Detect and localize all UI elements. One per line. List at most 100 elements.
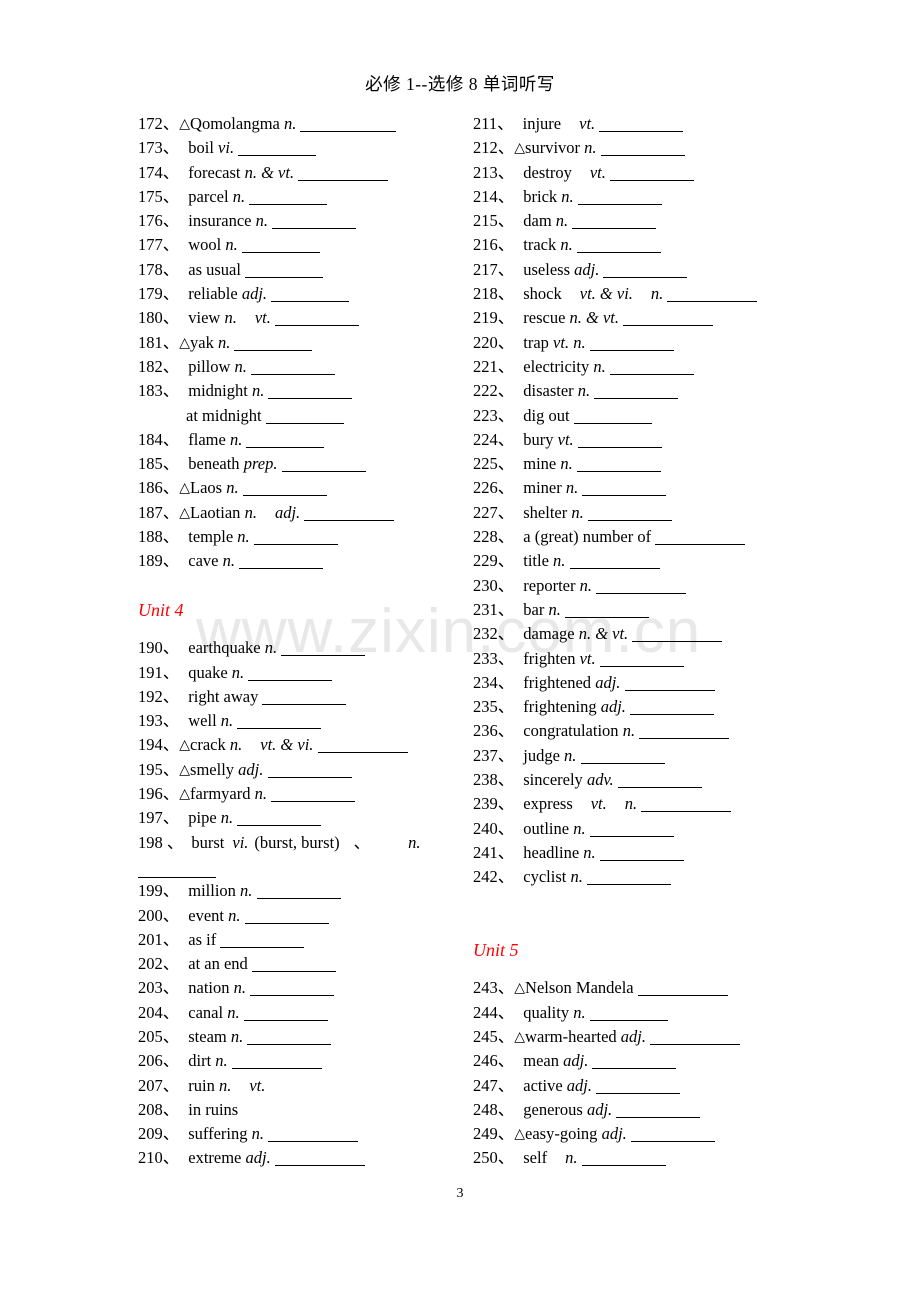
answer-blank[interactable]	[272, 228, 357, 230]
answer-blank[interactable]	[580, 762, 665, 764]
entry-pos: n.	[233, 978, 246, 998]
answer-blank[interactable]	[573, 422, 652, 424]
answer-blank[interactable]	[247, 1043, 332, 1045]
answer-blank[interactable]	[268, 1141, 359, 1143]
answer-blank[interactable]	[138, 876, 216, 878]
answer-blank[interactable]	[249, 203, 328, 205]
answer-blank[interactable]	[275, 325, 359, 327]
answer-blank[interactable]	[600, 155, 685, 157]
answer-blank[interactable]	[639, 738, 730, 740]
answer-blank[interactable]	[581, 1165, 666, 1167]
answer-blank[interactable]	[576, 471, 661, 473]
answer-blank[interactable]	[617, 787, 702, 789]
answer-blank[interactable]	[237, 728, 322, 730]
answer-blank[interactable]	[317, 752, 408, 754]
answer-blank[interactable]	[582, 495, 667, 497]
entry-number: 237、	[473, 745, 515, 765]
answer-blank[interactable]	[589, 349, 674, 351]
answer-blank[interactable]	[596, 592, 687, 594]
entry-word: bar	[523, 599, 545, 619]
entry-word: insurance	[188, 211, 252, 231]
answer-blank[interactable]	[616, 1116, 701, 1118]
answer-blank[interactable]	[298, 179, 389, 181]
answer-blank[interactable]	[271, 301, 350, 303]
answer-blank[interactable]	[592, 1068, 677, 1070]
word-entry: 224、 bury vt.	[473, 428, 803, 452]
triangle-marker: △	[179, 505, 191, 521]
entry-number: 233、	[473, 648, 515, 668]
answer-blank[interactable]	[262, 703, 347, 705]
answer-blank[interactable]	[624, 689, 715, 691]
entry-word: cyclist	[523, 867, 567, 887]
answer-blank[interactable]	[231, 1068, 322, 1070]
answer-blank[interactable]	[577, 446, 662, 448]
entry-number: 187、	[138, 502, 180, 522]
answer-blank[interactable]	[241, 252, 320, 254]
left-column: 172、△Qomolangma n. 173、 boil vi. 174、 fore…	[138, 112, 456, 1171]
answer-blank[interactable]	[667, 301, 758, 303]
answer-blank[interactable]	[577, 203, 662, 205]
answer-blank[interactable]	[274, 1165, 365, 1167]
answer-blank[interactable]	[576, 252, 661, 254]
entry-number: 221、	[473, 356, 515, 376]
answer-blank[interactable]	[244, 922, 329, 924]
answer-blank[interactable]	[587, 519, 672, 521]
answer-blank[interactable]	[300, 131, 397, 132]
entry-pos-alt: vt. & vi.	[579, 284, 633, 304]
entry-word: trap	[523, 332, 549, 352]
entry-word: reporter	[523, 575, 576, 595]
answer-blank[interactable]	[256, 898, 341, 900]
word-entry: 210、 extreme adj.	[138, 1146, 456, 1170]
answer-blank[interactable]	[246, 446, 325, 448]
answer-blank[interactable]	[245, 276, 324, 278]
answer-blank[interactable]	[594, 398, 679, 400]
answer-blank[interactable]	[248, 679, 333, 681]
answer-blank[interactable]	[271, 801, 356, 803]
answer-blank[interactable]	[265, 422, 344, 424]
entry-word: at an end	[188, 954, 248, 974]
answer-blank[interactable]	[250, 995, 335, 997]
answer-blank[interactable]	[220, 946, 305, 948]
entry-number: 207、	[138, 1075, 180, 1095]
answer-blank[interactable]	[569, 568, 660, 570]
answer-blank[interactable]	[609, 373, 694, 375]
answer-blank[interactable]	[251, 373, 336, 375]
answer-blank[interactable]	[586, 884, 671, 886]
answer-blank[interactable]	[267, 776, 352, 778]
answer-blank[interactable]	[630, 1141, 715, 1143]
answer-blank[interactable]	[623, 325, 714, 327]
answer-blank[interactable]	[637, 995, 728, 997]
answer-blank[interactable]	[589, 835, 674, 837]
answer-blank[interactable]	[243, 1019, 328, 1021]
answer-blank[interactable]	[251, 971, 336, 973]
answer-blank[interactable]	[610, 179, 694, 181]
answer-blank[interactable]	[253, 544, 338, 546]
answer-blank[interactable]	[239, 568, 324, 570]
answer-blank[interactable]	[632, 641, 723, 643]
entry-number: 220、	[473, 332, 515, 352]
answer-blank[interactable]	[599, 131, 684, 132]
answer-blank[interactable]	[242, 495, 327, 497]
answer-blank[interactable]	[572, 228, 657, 230]
answer-blank[interactable]	[603, 276, 688, 278]
answer-blank[interactable]	[234, 349, 313, 351]
answer-blank[interactable]	[237, 825, 322, 827]
answer-blank[interactable]	[304, 519, 395, 521]
answer-blank[interactable]	[281, 471, 366, 473]
answer-blank[interactable]	[599, 665, 684, 667]
entry-number: 195、	[138, 759, 180, 779]
answer-blank[interactable]	[589, 1019, 668, 1021]
answer-blank[interactable]	[268, 398, 353, 400]
answer-blank[interactable]	[641, 811, 732, 813]
answer-blank[interactable]	[564, 616, 649, 618]
entry-number: 226、	[473, 478, 515, 498]
entry-pos: n.	[224, 308, 237, 328]
answer-blank[interactable]	[650, 1043, 741, 1045]
answer-blank[interactable]	[630, 714, 715, 716]
answer-blank[interactable]	[596, 1092, 681, 1094]
answer-blank[interactable]	[281, 655, 366, 657]
answer-blank[interactable]	[655, 544, 746, 546]
entry-number: 202、	[138, 954, 180, 974]
answer-blank[interactable]	[599, 859, 684, 861]
answer-blank[interactable]	[238, 155, 317, 157]
